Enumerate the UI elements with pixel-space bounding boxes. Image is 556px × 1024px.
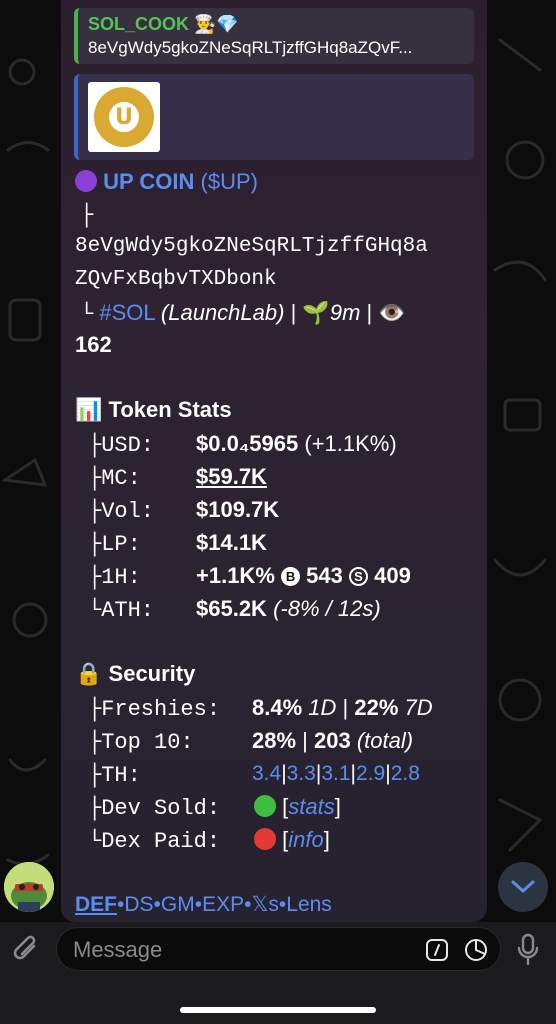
stat-row-vol: ├Vol: <box>88 499 155 524</box>
green-circle-icon <box>254 795 276 817</box>
chain-hashtag[interactable]: #SOL <box>99 300 154 325</box>
coin-icon: U <box>94 87 154 147</box>
token-name-link[interactable]: UP COIN <box>103 169 194 194</box>
security-row-th: ├TH: <box>88 763 141 788</box>
token-title: UP COIN ($UP) <box>75 165 258 198</box>
holder-link[interactable]: 3.4 <box>252 762 281 785</box>
info-link[interactable]: info <box>288 827 323 852</box>
stat-row-mc: ├MC: <box>88 466 141 491</box>
stat-value-vol: $109.7K <box>196 497 280 522</box>
message-input-box[interactable] <box>56 927 501 972</box>
home-indicator <box>180 1007 376 1013</box>
eye-icon: 👁️ <box>378 300 406 325</box>
holder-link[interactable]: 3.1 <box>321 762 350 785</box>
security-value-th: 3.4|3.3|3.1|2.9|2.8 <box>252 762 420 785</box>
security-row-dexpaid: └Dex Paid: <box>88 829 221 854</box>
stat-value-mc-link[interactable]: $59.7K <box>196 460 267 493</box>
reply-text: 8eVgWdy5gkoZNeSqRLTjzffGHq8aZQvF... <box>88 38 413 57</box>
platform-label: (LaunchLab) <box>160 300 285 325</box>
token-address-line2[interactable]: ZQvFxBqbvTXDbonk <box>75 263 277 296</box>
view-count: 162 <box>75 332 112 357</box>
token-meta: └ #SOL (LaunchLab) | 🌱9m | 👁️ <box>80 300 406 327</box>
chevron-down-icon <box>511 880 535 893</box>
ds-link[interactable]: DS <box>124 893 153 916</box>
microphone-icon[interactable] <box>516 933 540 967</box>
holder-link[interactable]: 2.8 <box>391 762 420 785</box>
stat-row-usd: ├USD: <box>88 433 155 458</box>
tree-branch: ├ <box>80 203 94 228</box>
holder-link[interactable]: 3.3 <box>287 762 316 785</box>
security-value-dexpaid: [info] <box>254 823 330 856</box>
stat-row-ath: └ATH: <box>88 598 155 623</box>
sticker-icon[interactable] <box>463 937 489 963</box>
sender-avatar[interactable] <box>4 862 54 912</box>
security-value-freshies: 8.4% 1D | 22% 7D <box>252 695 433 720</box>
attach-icon[interactable] <box>12 932 42 966</box>
chart-icon: 📊 <box>75 397 103 422</box>
security-row-devsold: ├Dev Sold: <box>88 796 221 821</box>
scroll-down-button[interactable] <box>498 862 548 912</box>
token-ticker-link[interactable]: ($UP) <box>201 169 258 194</box>
lock-icon: 🔒 <box>75 661 103 686</box>
command-icon[interactable] <box>425 938 449 962</box>
security-title: 🔒 Security <box>75 661 196 686</box>
stat-value-1h: +1.1K% B 543 S 409 <box>196 563 411 588</box>
token-age: 9m <box>329 300 361 325</box>
stat-row-lp: ├LP: <box>88 532 141 557</box>
def-link[interactable]: DEF <box>75 893 117 916</box>
stats-link[interactable]: stats <box>288 794 334 819</box>
gm-link[interactable]: GM <box>161 893 195 916</box>
token-logo[interactable]: U <box>88 82 160 152</box>
buys-icon: B <box>281 567 301 586</box>
security-row-freshies: ├Freshies: <box>88 697 221 722</box>
message-input[interactable] <box>71 928 415 972</box>
security-value-top10: 28% | 203 (total) <box>252 728 414 753</box>
security-value-devsold: [stats] <box>254 790 341 823</box>
security-row-top10: ├Top 10: <box>88 730 194 755</box>
reply-quote[interactable]: SOL_COOK 👨‍🍳💎 8eVgWdy5gkoZNeSqRLTjzffGHq… <box>74 8 474 64</box>
exp-link[interactable]: EXP <box>202 893 244 916</box>
lens-link[interactable]: Lens <box>286 893 332 916</box>
stat-value-lp: $14.1K <box>196 530 267 555</box>
stat-value-usd: $0.0₄5965 (+1.1K%) <box>196 431 397 456</box>
stat-row-1h: ├1H: <box>88 565 141 590</box>
link-preview[interactable]: U <box>74 74 474 160</box>
xs-link[interactable]: 𝕏s <box>251 893 278 916</box>
holder-link[interactable]: 2.9 <box>356 762 385 785</box>
stat-value-ath: $65.2K (-8% / 12s) <box>196 596 381 621</box>
quick-links: DEF•DS•GM•EXP•𝕏s•Lens <box>75 893 332 916</box>
red-circle-icon <box>254 828 276 850</box>
sells-icon: S <box>348 567 368 586</box>
purple-circle-icon <box>75 170 97 192</box>
token-address-line1[interactable]: 8eVgWdy5gkoZNeSqRLTjzffGHq8a <box>75 230 428 263</box>
token-stats-title: 📊 Token Stats <box>75 397 232 422</box>
reply-sender: SOL_COOK 👨‍🍳💎 <box>88 14 239 34</box>
seedling-icon: 🌱 <box>302 300 330 325</box>
frog-avatar-icon <box>4 862 54 912</box>
